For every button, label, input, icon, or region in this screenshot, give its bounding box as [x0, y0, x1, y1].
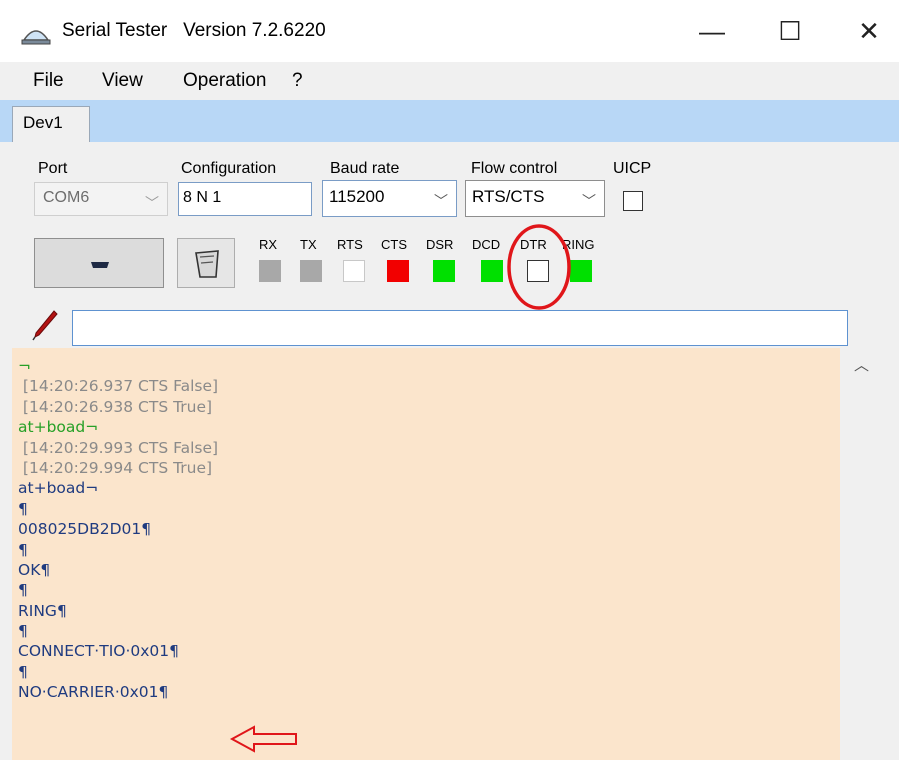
log-line: ¬ — [18, 357, 31, 375]
log-line: 008025DB2D01¶ — [18, 520, 152, 539]
signal-label-rx: RX — [259, 237, 278, 252]
window-title: Serial Tester Version 7.2.6220 — [62, 20, 326, 41]
log-line: NO·CARRIER·0x01¶ — [18, 683, 169, 702]
menu-file[interactable]: File — [33, 70, 64, 92]
scroll-up-arrow-icon[interactable]: ︿ — [854, 354, 869, 375]
log-line: [14:20:29.993 CTS False] — [18, 438, 219, 457]
eraser-icon — [195, 250, 219, 278]
minimize-button[interactable]: — — [682, 10, 742, 52]
signal-led-cts — [387, 260, 409, 282]
configuration-label: Configuration — [181, 160, 277, 177]
signal-led-dsr — [433, 260, 455, 282]
log-line: at+boad¬ — [18, 479, 99, 498]
signal-led-tx — [300, 260, 322, 282]
log-line: RING¶ — [18, 601, 67, 620]
signal-label-dcd: DCD — [472, 237, 501, 252]
tab-dev1[interactable]: Dev1 — [12, 106, 90, 144]
signal-led-rx — [259, 260, 281, 282]
flow-control-select[interactable]: RTS/CTS ﹀ — [465, 180, 605, 217]
log-line: [14:20:26.938 CTS True] — [18, 397, 213, 416]
log-line: ¶ — [18, 540, 28, 559]
log-line: [14:20:26.937 CTS False] — [18, 377, 219, 396]
port-select[interactable]: COM6 ﹀ — [34, 182, 168, 216]
flow-control-value: RTS/CTS — [472, 187, 545, 206]
log-line: [14:20:29.994 CTS True] — [18, 458, 213, 477]
chevron-down-icon: ﹀ — [434, 193, 448, 209]
signal-label-tx: TX — [300, 237, 317, 252]
uicp-checkbox[interactable] — [623, 191, 643, 211]
configuration-field[interactable]: 8 N 1 — [178, 182, 312, 216]
signal-label-dsr: DSR — [426, 237, 454, 252]
signal-label-rts: RTS — [337, 237, 363, 252]
log-line: ¶ — [18, 581, 28, 600]
menu-operation[interactable]: Operation — [183, 70, 266, 92]
terminal-log[interactable]: ¬ [14:20:26.937 CTS False] [14:20:26.938… — [12, 348, 840, 760]
baud-rate-label: Baud rate — [330, 160, 400, 177]
dtr-highlight-circle — [507, 224, 571, 310]
serial-tester-app-icon — [20, 20, 52, 46]
uicp-label: UICP — [613, 160, 652, 177]
serial-port-icon — [91, 262, 109, 268]
tab-strip — [0, 100, 899, 142]
log-scrollbar[interactable]: ︿ — [842, 348, 882, 760]
chevron-down-icon: ﹀ — [145, 195, 159, 211]
menu-help[interactable]: ? — [292, 70, 303, 92]
pen-icon — [32, 310, 58, 341]
signal-led-ring — [570, 260, 592, 282]
connect-button[interactable] — [34, 238, 164, 288]
clear-log-button[interactable] — [177, 238, 235, 288]
log-line: OK¶ — [18, 560, 51, 579]
signal-label-cts: CTS — [381, 237, 407, 252]
menu-view[interactable]: View — [102, 70, 143, 92]
log-line: ¶ — [18, 622, 28, 641]
close-button[interactable]: ✕ — [839, 10, 899, 52]
maximize-button[interactable]: ☐ — [760, 10, 820, 52]
baud-rate-value: 115200 — [329, 187, 385, 206]
flow-control-label: Flow control — [471, 160, 558, 177]
log-line: CONNECT·TIO·0x01¶ — [18, 642, 180, 661]
signal-led-dcd — [481, 260, 503, 282]
red-arrow-icon — [229, 725, 297, 753]
log-line: ¶ — [18, 499, 28, 518]
baud-rate-select[interactable]: 115200 ﹀ — [322, 180, 457, 217]
send-input[interactable] — [72, 310, 848, 346]
port-label: Port — [38, 160, 68, 177]
port-value: COM6 — [43, 189, 90, 206]
log-line: ¶ — [18, 662, 28, 681]
chevron-down-icon: ﹀ — [582, 193, 596, 209]
log-line: at+boad¬ — [18, 418, 99, 437]
signal-led-rts — [343, 260, 365, 282]
